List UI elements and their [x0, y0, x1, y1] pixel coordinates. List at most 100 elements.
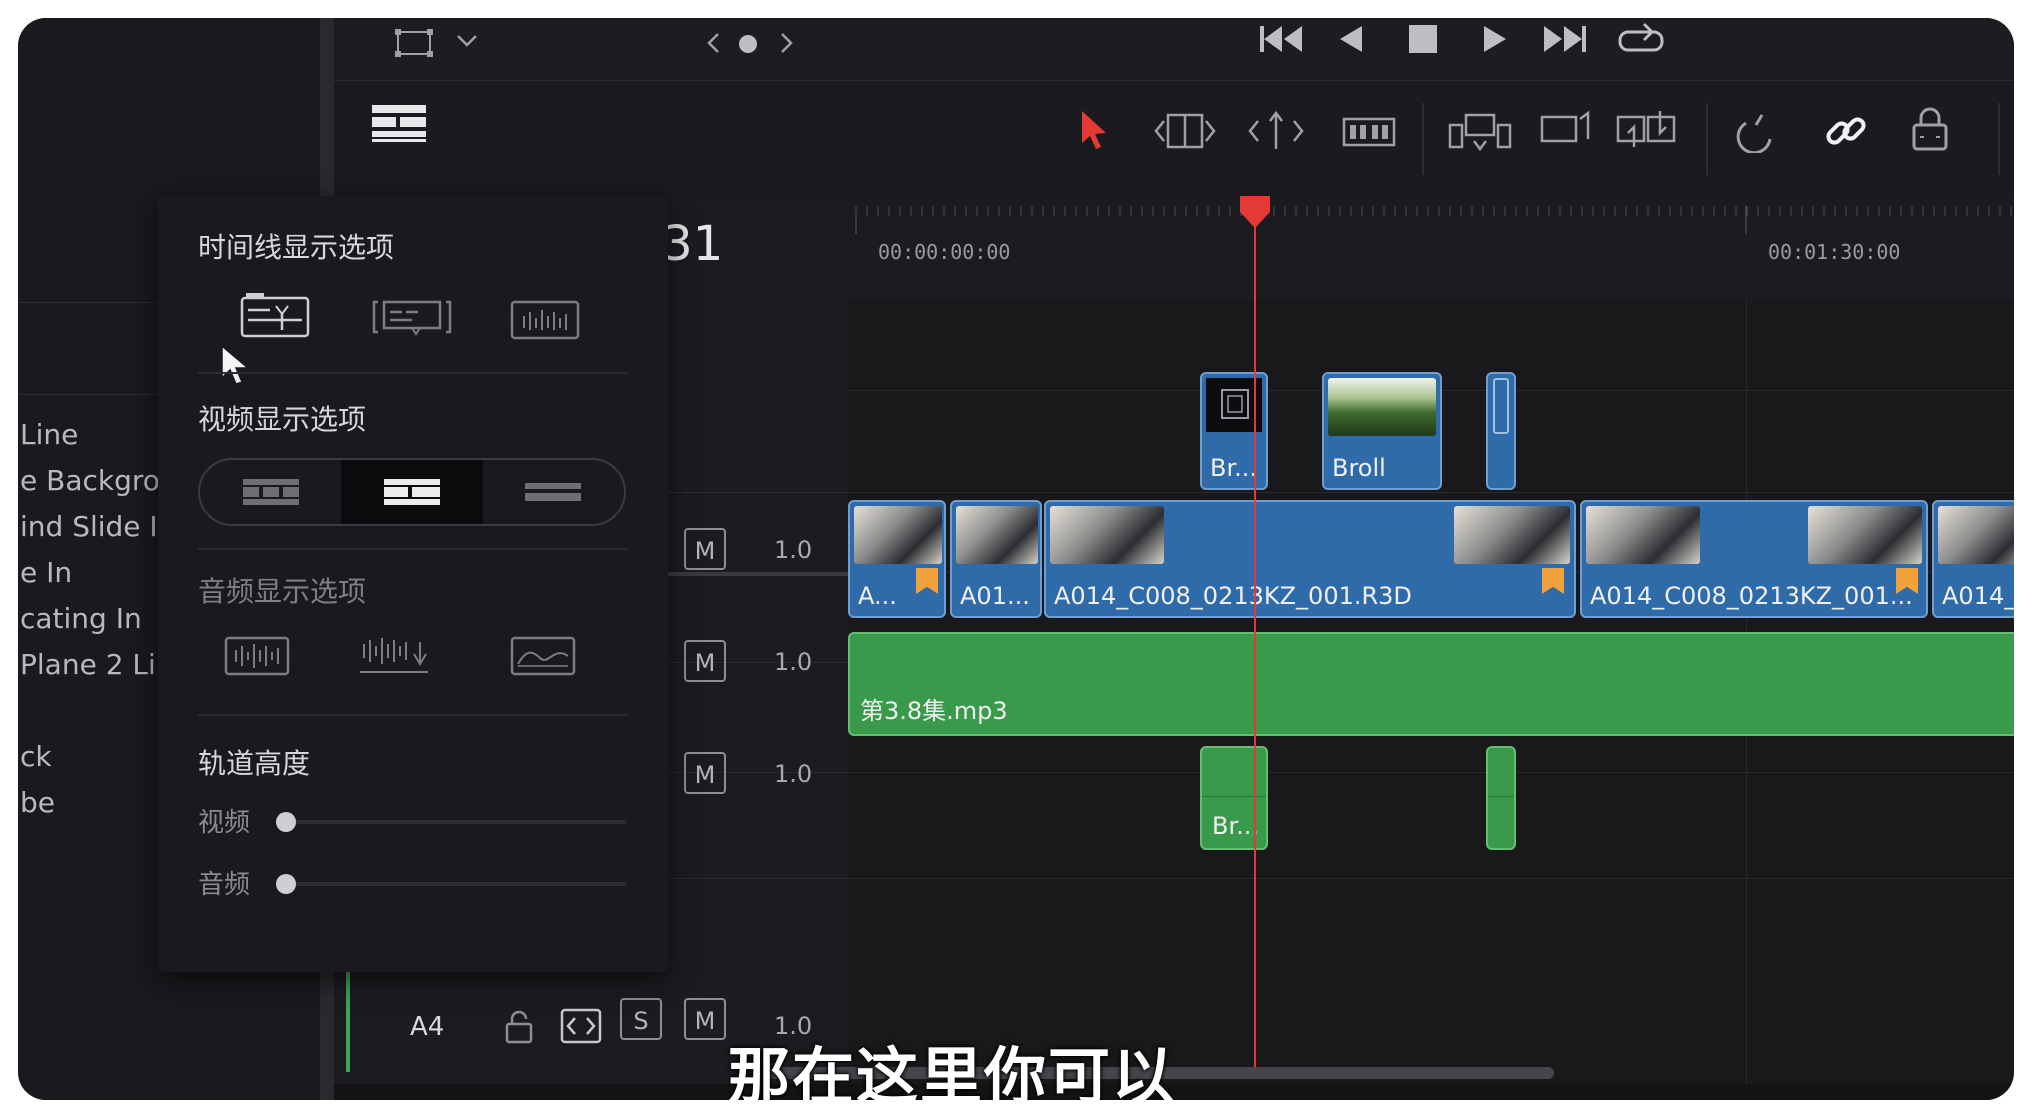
video-height-slider[interactable] [286, 820, 626, 824]
skip-to-start-icon[interactable] [1258, 22, 1304, 56]
clip-label: A01... [960, 582, 1030, 610]
loop-icon[interactable] [1618, 20, 1664, 58]
video-view-simple-option[interactable] [483, 460, 624, 524]
solo-button-a4[interactable]: S [620, 998, 662, 1040]
subtitle-tracks-icon[interactable] [372, 298, 452, 338]
playhead-handle-icon[interactable] [1238, 194, 1272, 230]
linked-selection-icon[interactable] [1824, 109, 1868, 153]
clip-thumb [1586, 506, 1700, 564]
overwrite-clip-icon[interactable] [1540, 109, 1594, 153]
sidebar-item-be[interactable]: be [20, 786, 55, 819]
clip-marker-icon[interactable] [1542, 568, 1564, 594]
thumbnail-view-icon [383, 479, 440, 505]
clip-label: Br... [1210, 454, 1258, 482]
insert-clip-icon[interactable] [1448, 111, 1512, 155]
volume-a1: 1.0 [774, 536, 813, 564]
audio-waveform-icon[interactable] [224, 636, 290, 676]
clip-thumb [1050, 506, 1164, 564]
lock-icon[interactable] [504, 1010, 534, 1044]
audio-waveform-box-icon[interactable] [510, 300, 580, 340]
ruler-label-start: 00:00:00:00 [878, 240, 1011, 264]
broll-clip-v2-1[interactable]: Br... [1200, 372, 1268, 490]
dynamic-trim-icon[interactable] [1246, 109, 1306, 153]
clip-marker-icon[interactable] [916, 568, 938, 594]
trim-edit-icon[interactable] [1154, 111, 1216, 151]
video-subtitle: 那在这里你可以 [728, 1040, 1177, 1100]
audio-envelope-icon[interactable] [510, 636, 576, 676]
mute-button-a3[interactable]: M [684, 752, 726, 794]
clip-thumb [1454, 506, 1570, 564]
broll-thumb [1328, 378, 1436, 436]
timeline-tracks[interactable]: Br... Broll A... A01... A014_C008_0213KZ… [848, 300, 2014, 1100]
video-clip-v1-2[interactable]: A01... [950, 500, 1042, 618]
ruler-ticks [855, 206, 2012, 234]
sidebar-item-slide[interactable]: ind Slide I [20, 510, 158, 543]
video-clip-v1-1[interactable]: A... [848, 500, 946, 618]
clip-label: A014_C008_0213KZ_001... [1590, 582, 1913, 610]
position-lock-icon[interactable] [1910, 107, 1950, 153]
volume-a2: 1.0 [774, 648, 813, 676]
auto-select-icon[interactable] [560, 1008, 602, 1044]
video-clip-v1-3[interactable]: A014_C008_0213KZ_001.R3D [1044, 500, 1576, 618]
snapping-icon[interactable] [1736, 109, 1780, 153]
sidebar-item-in[interactable]: e In [20, 556, 72, 589]
video-height-label: 视频 [198, 808, 251, 838]
sidebar-item-rotating-in[interactable]: cating In [20, 602, 142, 635]
mouse-cursor-icon [218, 344, 252, 388]
blade-edit-icon[interactable] [1342, 115, 1396, 149]
video-view-thumbnail-option[interactable] [341, 460, 483, 524]
play-icon[interactable] [1482, 24, 1508, 54]
sidebar-item-plane[interactable]: Plane 2 Lir [20, 648, 167, 681]
play-reverse-icon[interactable] [1338, 24, 1364, 54]
timeline-ruler[interactable]: 00:00:00:00 00:01:30:00 [848, 198, 2014, 300]
timeline-view-options-popup: 时间线显示选项 视频显示选项 音频显示选项 轨道高度 视频 音频 [158, 196, 668, 972]
clip-thumb [956, 506, 1038, 564]
track-name-a4: A4 [410, 1012, 445, 1042]
clip-label: Broll [1332, 454, 1386, 482]
clip-label: A014_... [1942, 582, 2014, 610]
video-clip-v1-5[interactable]: A014_... [1932, 500, 2014, 618]
audio-clip-a2-2[interactable] [1486, 746, 1516, 850]
simple-view-icon [525, 483, 582, 501]
dot-icon[interactable] [738, 34, 758, 54]
video-options-title: 视频显示选项 [198, 403, 367, 436]
timeline-view-options-icon[interactable] [370, 103, 428, 143]
clip-thumb [1808, 506, 1922, 564]
skip-to-end-icon[interactable] [1542, 22, 1588, 56]
sidebar-item-background[interactable]: e Backgro [20, 464, 160, 497]
ruler-label-90s: 00:01:30:00 [1768, 240, 1901, 264]
timeline-options-title: 时间线显示选项 [198, 231, 395, 264]
stop-icon[interactable] [1408, 24, 1438, 54]
sidebar-item-ck[interactable]: ck [20, 740, 52, 773]
crop-frame-icon[interactable] [394, 28, 434, 58]
playhead-line[interactable] [1254, 204, 1256, 1068]
video-height-slider-knob[interactable] [276, 812, 296, 832]
next-arrow-icon[interactable] [778, 32, 794, 54]
clip-label: A... [858, 582, 897, 610]
clip-thumb [1938, 506, 2014, 564]
sidebar-item-line[interactable]: Line [20, 418, 78, 451]
video-display-segmented [198, 458, 626, 526]
edit-toolbar [334, 80, 2014, 199]
audio-waveform-expand-icon[interactable] [358, 632, 432, 678]
broll-clip-v2-3[interactable] [1486, 372, 1516, 490]
stacked-timelines-icon[interactable] [240, 292, 310, 338]
chevron-down-icon[interactable] [456, 34, 478, 48]
audio-height-slider-knob[interactable] [276, 874, 296, 894]
audio-clip-a2-1[interactable]: Br... [1200, 746, 1268, 850]
video-view-filmstrip-option[interactable] [200, 460, 341, 524]
replace-clip-icon[interactable] [1614, 107, 1680, 155]
audio-height-label: 音频 [198, 870, 251, 900]
mute-button-a1[interactable]: M [684, 528, 726, 570]
audio-clip-a1[interactable]: 第3.8集.mp3 [848, 632, 2014, 736]
prev-arrow-icon[interactable] [706, 32, 722, 54]
audio-height-slider[interactable] [286, 882, 626, 886]
selection-arrow-icon[interactable] [1078, 109, 1110, 149]
transport-bar [334, 18, 2014, 80]
video-clip-v1-4[interactable]: A014_C008_0213KZ_001... [1580, 500, 1928, 618]
mute-button-a4[interactable]: M [684, 998, 726, 1040]
track-height-title: 轨道高度 [198, 747, 311, 780]
mute-button-a2[interactable]: M [684, 640, 726, 682]
clip-thumb [854, 506, 942, 564]
broll-clip-v2-2[interactable]: Broll [1322, 372, 1442, 490]
